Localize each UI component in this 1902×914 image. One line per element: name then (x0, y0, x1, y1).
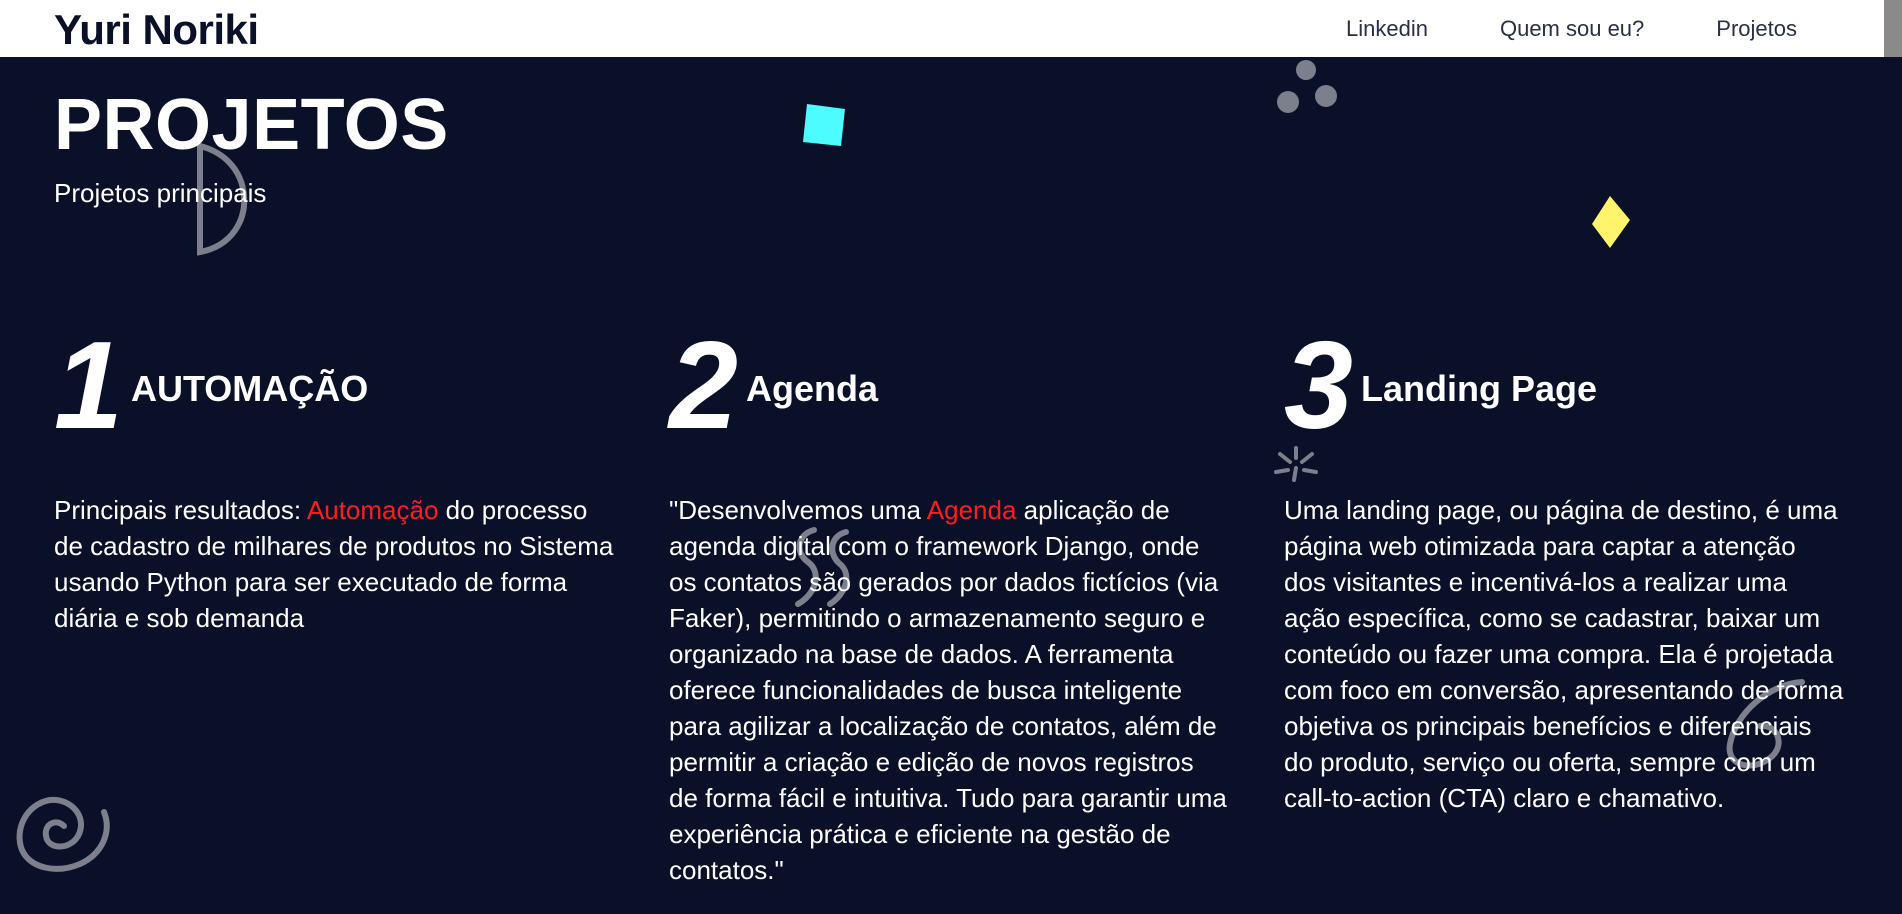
description-text: "Desenvolvemos uma (669, 495, 927, 525)
project-card-landing-page: 3 Landing Page Uma landing page, ou pági… (1284, 324, 1844, 842)
project-description: Uma landing page, ou página de destino, … (1284, 492, 1844, 816)
project-card-agenda: 2 Agenda "Desenvolvemos uma Agenda aplic… (669, 324, 1229, 914)
yellow-diamond-shape (1592, 196, 1630, 248)
project-header: 3 Landing Page (1284, 324, 1844, 448)
project-description: "Desenvolvemos uma Agenda aplicação de a… (669, 492, 1229, 888)
project-header: 1 AUTOMAÇÃO (54, 324, 614, 448)
project-title: AUTOMAÇÃO (130, 368, 369, 409)
dots-cluster-shape (1277, 60, 1337, 113)
description-highlight: Automação (306, 495, 439, 525)
description-text: Principais resultados: (54, 495, 307, 525)
project-number: 3 (1284, 317, 1353, 455)
navbar: Yuri Noriki Linkedin Quem sou eu? Projet… (0, 0, 1902, 57)
nav-link-linkedin[interactable]: Linkedin (1346, 16, 1428, 42)
page-subtitle: Projetos principais (54, 178, 267, 208)
description-highlight: Agenda (926, 495, 1017, 525)
project-title: Agenda (745, 368, 878, 409)
description-text: Uma landing page, ou página de destino, … (1284, 495, 1844, 813)
project-card-automacao: 1 AUTOMAÇÃO Principais resultados: Autom… (54, 324, 614, 662)
nav-link-about[interactable]: Quem sou eu? (1500, 16, 1644, 42)
page-title: PROJETOS (54, 85, 449, 165)
site-brand[interactable]: Yuri Noriki (54, 6, 259, 54)
nav-link-projects[interactable]: Projetos (1716, 16, 1797, 42)
project-number: 1 (54, 317, 123, 455)
project-number: 2 (669, 317, 738, 455)
spiral-doodle (16, 796, 110, 872)
project-title: Landing Page (1360, 368, 1597, 409)
description-text: aplicação de agenda digital com o framew… (669, 495, 1227, 885)
cyan-square-shape (803, 104, 845, 146)
project-description: Principais resultados: Automação do proc… (54, 492, 614, 636)
nav-links: Linkedin Quem sou eu? Projetos (1346, 16, 1797, 42)
project-header: 2 Agenda (669, 324, 1229, 448)
